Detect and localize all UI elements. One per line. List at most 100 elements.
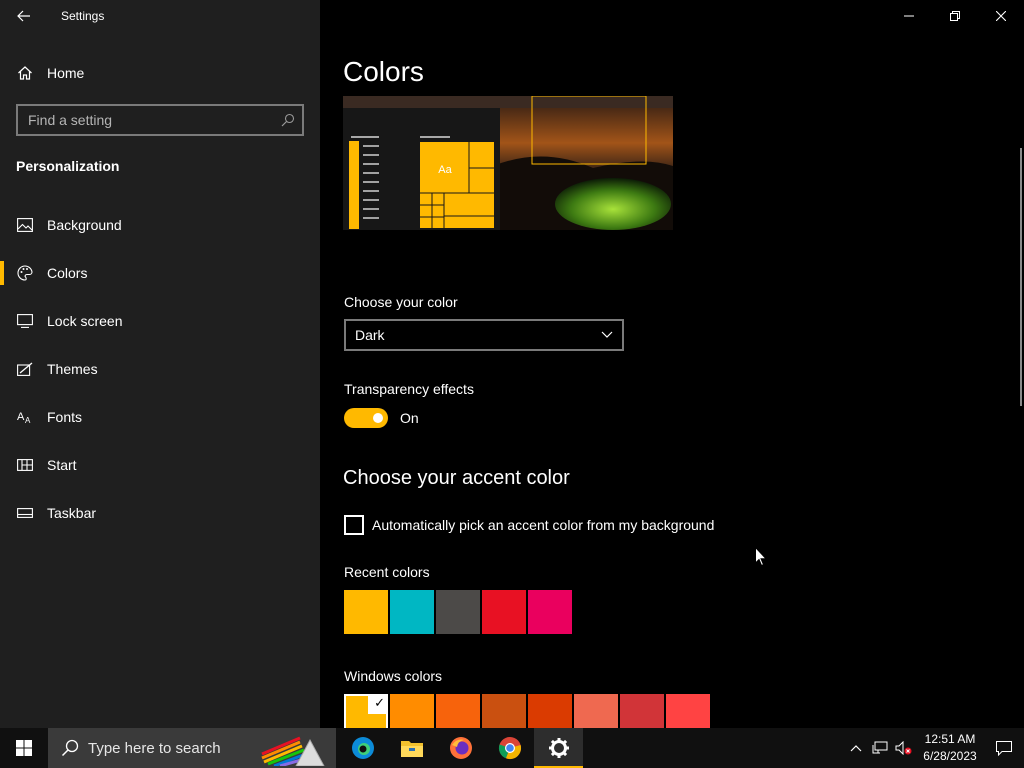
volume-tray[interactable]	[892, 728, 916, 768]
transparency-state: On	[400, 410, 419, 426]
svg-text:A: A	[25, 416, 31, 424]
system-tray: 12:51 AM 6/28/2023	[844, 728, 1024, 768]
color-swatch[interactable]: ✓	[344, 694, 388, 728]
close-icon	[996, 11, 1006, 21]
windows-logo-icon	[16, 740, 32, 756]
section-title-personalization: Personalization	[16, 158, 120, 174]
color-swatch[interactable]	[528, 590, 572, 634]
color-swatch[interactable]	[390, 590, 434, 634]
taskbar-app-firefox[interactable]	[436, 728, 485, 768]
color-swatch[interactable]	[574, 694, 618, 728]
notification-icon	[996, 740, 1012, 756]
sidebar-item-label: Start	[47, 457, 77, 473]
windows-colors: ✓	[344, 694, 710, 728]
mouse-cursor-icon	[755, 547, 767, 567]
home-label: Home	[47, 65, 85, 81]
start-button[interactable]	[0, 728, 48, 768]
color-swatch[interactable]	[666, 694, 710, 728]
themes-icon	[16, 360, 34, 378]
sidebar-item-label: Themes	[47, 361, 98, 377]
color-swatch[interactable]	[390, 694, 434, 728]
find-setting-input[interactable]	[18, 112, 274, 128]
choose-color-value: Dark	[355, 327, 385, 343]
picture-icon	[16, 216, 34, 234]
taskbar-app-settings[interactable]	[534, 728, 583, 768]
close-button[interactable]	[978, 0, 1024, 32]
color-swatch[interactable]	[482, 590, 526, 634]
search-icon	[60, 738, 80, 758]
scrollbar[interactable]	[1020, 148, 1022, 406]
chrome-icon	[498, 737, 521, 760]
edge-icon	[351, 737, 374, 759]
chevron-up-icon	[850, 745, 862, 752]
find-setting-search[interactable]	[16, 104, 304, 136]
sidebar-item-label: Lock screen	[47, 313, 123, 329]
show-hidden-icons[interactable]	[844, 728, 868, 768]
restore-icon	[950, 11, 960, 21]
auto-pick-row: Automatically pick an accent color from …	[344, 515, 714, 535]
volume-muted-icon	[895, 741, 912, 755]
sidebar-item-lock-screen[interactable]: Lock screen	[0, 297, 320, 345]
taskbar-apps	[338, 728, 583, 768]
sidebar-item-fonts[interactable]: AA Fonts	[0, 393, 320, 441]
colors-page: Colors Aa Choose your color Dark Transpa…	[320, 0, 1024, 728]
sidebar-item-label: Taskbar	[47, 505, 97, 521]
file-explorer-icon	[400, 741, 423, 757]
action-center-button[interactable]	[984, 728, 1024, 768]
svg-text:A: A	[17, 411, 25, 423]
network-icon	[872, 741, 888, 754]
recent-colors-label: Recent colors	[344, 564, 430, 580]
minimize-button[interactable]	[886, 0, 932, 32]
home-icon	[18, 66, 32, 80]
auto-pick-checkbox[interactable]	[344, 515, 364, 535]
sidebar-item-background[interactable]: Background	[0, 201, 320, 249]
taskbar-icon	[16, 504, 34, 522]
nav-home[interactable]: Home	[0, 56, 320, 90]
sidebar-item-label: Background	[47, 217, 122, 233]
taskbar-clock[interactable]: 12:51 AM 6/28/2023	[916, 731, 984, 765]
search-icon[interactable]	[274, 106, 302, 134]
sidebar-item-themes[interactable]: Themes	[0, 345, 320, 393]
network-tray[interactable]	[868, 728, 892, 768]
back-arrow-icon	[17, 10, 30, 22]
transparency-toggle[interactable]	[344, 408, 388, 428]
lock-screen-icon	[16, 312, 34, 330]
palette-icon	[16, 264, 34, 282]
settings-icon	[548, 738, 569, 758]
choose-color-dropdown[interactable]: Dark	[344, 319, 624, 351]
back-button[interactable]	[0, 0, 48, 32]
sidebar-item-colors[interactable]: Colors	[0, 249, 320, 297]
color-swatch[interactable]	[436, 694, 480, 728]
clock-time: 12:51 AM	[924, 732, 976, 746]
page-title: Colors	[343, 56, 424, 87]
color-swatch[interactable]	[482, 694, 526, 728]
start-icon	[16, 456, 34, 474]
color-swatch[interactable]	[620, 694, 664, 728]
preview-tile-text: Aa	[438, 164, 452, 176]
sidebar-item-start[interactable]: Start	[0, 441, 320, 489]
taskbar: Type here to search 12:51 AM 6/28/2023	[0, 728, 1024, 768]
restore-button[interactable]	[932, 0, 978, 32]
sidebar-item-label: Fonts	[47, 409, 83, 425]
recent-colors	[344, 590, 572, 634]
preview-image: Aa	[343, 96, 673, 230]
settings-sidebar: Settings Home Personalization Background…	[0, 0, 320, 728]
clock-date: 6/28/2023	[923, 749, 977, 763]
checkmark-icon: ✓	[374, 695, 385, 710]
taskbar-app-edge[interactable]	[338, 728, 387, 768]
taskbar-search[interactable]: Type here to search	[48, 728, 336, 768]
sidebar-item-taskbar[interactable]: Taskbar	[0, 489, 320, 537]
auto-pick-label[interactable]: Automatically pick an accent color from …	[372, 517, 714, 533]
accent-section-title: Choose your accent color	[343, 467, 570, 489]
taskbar-app-file-explorer[interactable]	[387, 728, 436, 768]
firefox-icon	[449, 737, 472, 759]
sidebar-item-label: Colors	[47, 265, 88, 281]
color-swatch[interactable]	[436, 590, 480, 634]
choose-color-label: Choose your color	[344, 294, 458, 310]
title-bar: Settings	[0, 0, 320, 32]
color-swatch[interactable]	[344, 590, 388, 634]
color-swatch[interactable]	[528, 694, 572, 728]
transparency-label: Transparency effects	[344, 381, 474, 397]
window-controls	[886, 0, 1024, 32]
taskbar-app-chrome[interactable]	[485, 728, 534, 768]
